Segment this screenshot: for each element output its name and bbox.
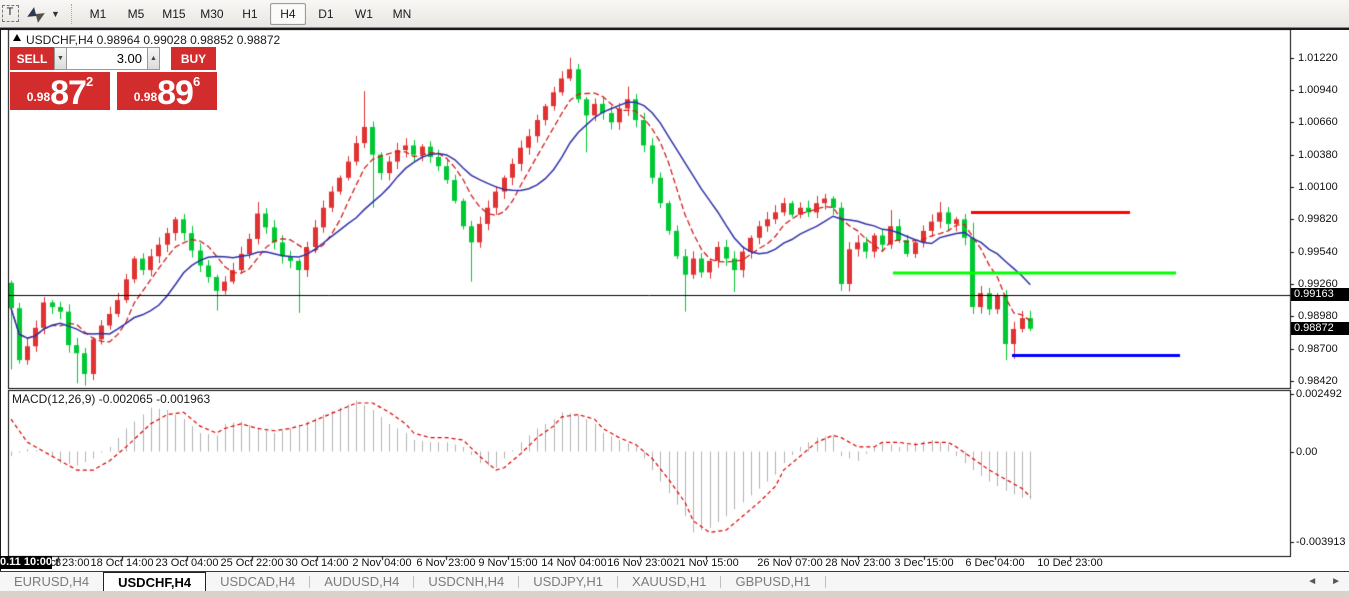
time-axis-label: 21 Nov 15:00 [673, 557, 739, 569]
tab-scroll-left-icon[interactable]: ◄ [1307, 577, 1317, 587]
symbol-tab-xauusd[interactable]: XAUUSD,H1 [618, 572, 720, 591]
mt4-window: { "toolbar": { "timeframes": ["M1","M5",… [0, 0, 1349, 598]
time-axis-label: 3 Dec 15:00 [894, 557, 954, 569]
toolbar-separator [70, 3, 73, 24]
timeframe-button-m15[interactable]: M15 [156, 3, 192, 25]
timeframe-group: M1 M5 M15 M30 H1 H4 D1 W1 MN [79, 2, 421, 25]
price-axis-label: 0.99820 [1298, 213, 1338, 226]
volume-increase-button[interactable]: ▲ [147, 47, 160, 70]
macd-axis-label: 0.002492 [1296, 387, 1342, 400]
symbol-tab-gbpusd[interactable]: GBPUSD,H1 [721, 572, 824, 591]
time-axis-label: 14 Nov 04:00 [541, 557, 607, 569]
status-bar [0, 591, 1349, 598]
pattern-tool-icon[interactable] [26, 4, 48, 24]
one-click-trade-panel: SELL ▼ 3.00 ▲ BUY 0.98 87 2 0.98 89 6 [10, 47, 220, 110]
sell-price-pip-digit: 2 [85, 74, 94, 89]
macd-axis-label: -0.003913 [1296, 535, 1346, 548]
sell-price-prefix: 0.98 [26, 90, 51, 104]
price-axis-label: 1.00380 [1298, 148, 1338, 161]
price-axis-label: 1.01220 [1298, 51, 1338, 64]
price-axis-label: 1.00940 [1298, 84, 1338, 97]
timeframe-button-d1[interactable]: D1 [308, 3, 344, 25]
chart-title-ohlc: USDCHF,H4 0.98964 0.99028 0.98852 0.9887… [26, 33, 281, 47]
time-axis-label: 9 Nov 15:00 [478, 557, 538, 569]
symbol-tab-usdcad[interactable]: USDCAD,H4 [206, 572, 309, 591]
timeframe-button-w1[interactable]: W1 [346, 3, 382, 25]
symbol-tab-usdchf[interactable]: USDCHF,H4 [103, 572, 207, 591]
price-axis-label: 1.00100 [1298, 180, 1338, 193]
time-axis-label: 6 Nov 23:00 [416, 557, 476, 569]
text-tool-icon[interactable]: T [1, 4, 24, 24]
price-axis-label: 0.99540 [1298, 245, 1338, 258]
time-axis-label: 25 Oct 22:00 [220, 557, 284, 569]
time-axis-cut-label: 8 [55, 557, 62, 569]
price-axis-value-box: 0.98872 [1291, 321, 1349, 335]
sell-price-display[interactable]: 0.98 87 2 [10, 72, 110, 110]
symbol-tab-eurusd[interactable]: EURUSD,H4 [0, 572, 103, 591]
chart-window-left-border [0, 28, 1, 572]
top-toolbar: T ▼ M1 M5 M15 M30 H1 H4 D1 W1 MN [0, 0, 1349, 28]
time-axis-label: 16 Nov 23:00 [607, 557, 673, 569]
tab-separator [824, 575, 826, 588]
price-axis-label: 0.98980 [1298, 310, 1338, 323]
timeframe-button-m5[interactable]: M5 [118, 3, 154, 25]
volume-input[interactable]: 3.00 [67, 47, 147, 70]
buy-price-pip-digit: 6 [192, 74, 201, 89]
time-axis-label: 2 Nov 04:00 [352, 557, 412, 569]
tab-scroll-arrows: ◄ ► [1307, 577, 1341, 587]
buy-button[interactable]: BUY [171, 47, 216, 70]
time-axis-label: 23 Oct 04:00 [155, 557, 219, 569]
chart-marker-icon [13, 34, 21, 41]
price-axis-label: 0.98700 [1298, 342, 1338, 355]
symbol-tab-usdjpy[interactable]: USDJPY,H1 [519, 572, 617, 591]
timeframe-button-mn[interactable]: MN [384, 3, 420, 25]
timeframe-button-h4[interactable]: H4 [269, 2, 306, 25]
symbol-tab-audusd[interactable]: AUDUSD,H4 [310, 572, 413, 591]
buy-price-big-digits: 89 [157, 74, 194, 112]
buy-price-prefix: 0.98 [133, 90, 158, 104]
time-axis-label: 18 Oct 14:00 [90, 557, 154, 569]
sell-price-big-digits: 87 [50, 74, 87, 112]
tab-scroll-right-icon[interactable]: ► [1331, 577, 1341, 587]
pattern-dropdown-caret-icon[interactable]: ▼ [51, 9, 60, 19]
time-axis-label: 30 Oct 14:00 [285, 557, 349, 569]
symbol-tab-usdcnh[interactable]: USDCNH,H4 [414, 572, 518, 591]
time-axis-label: 10 Dec 23:00 [1037, 557, 1103, 569]
timeframe-button-m1[interactable]: M1 [80, 3, 116, 25]
timeframe-button-h1[interactable]: H1 [232, 3, 268, 25]
crosshair-time-box: 0.11 10:00 [0, 556, 52, 569]
chart-window-top-border [0, 28, 1349, 30]
symbol-tab-bar: EURUSD,H4 USDCHF,H4 USDCAD,H4 AUDUSD,H4 USDC… [0, 572, 1349, 591]
buy-price-display[interactable]: 0.98 89 6 [117, 72, 217, 110]
price-axis-label: 1.00660 [1298, 116, 1338, 129]
time-axis-label: 26 Nov 07:00 [757, 557, 823, 569]
price-axis-value-box: 0.99163 [1291, 288, 1349, 302]
time-axis-label: 28 Nov 23:00 [825, 557, 891, 569]
price-axis-label: 0.98420 [1298, 374, 1338, 387]
sell-button[interactable]: SELL [10, 47, 54, 70]
macd-indicator-label: MACD(12,26,9) -0.002065 -0.001963 [12, 392, 211, 406]
macd-axis-label: 0.00 [1296, 445, 1318, 458]
timeframe-button-m30[interactable]: M30 [194, 3, 230, 25]
volume-decrease-button[interactable]: ▼ [54, 47, 67, 70]
time-axis-label: 6 Dec 04:00 [965, 557, 1025, 569]
